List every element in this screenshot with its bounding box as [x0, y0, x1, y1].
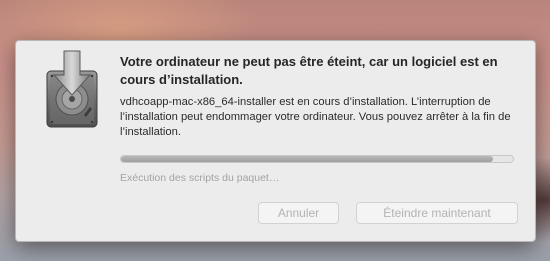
alert-message: vdhcoapp-mac-x86_64-installer est en cou…	[120, 96, 511, 138]
cancel-button[interactable]: Annuler	[258, 202, 339, 224]
alert-title: Votre ordinateur ne peut pas être éteint…	[120, 54, 498, 87]
install-progress-bar	[120, 155, 514, 163]
installer-package-icon	[44, 49, 100, 131]
install-progress-fill	[121, 156, 494, 162]
install-status-text: Exécution des scripts du paquet…	[120, 172, 280, 184]
shutdown-now-button[interactable]: Éteindre maintenant	[356, 202, 518, 224]
installer-shutdown-alert: Votre ordinateur ne peut pas être éteint…	[15, 40, 536, 242]
